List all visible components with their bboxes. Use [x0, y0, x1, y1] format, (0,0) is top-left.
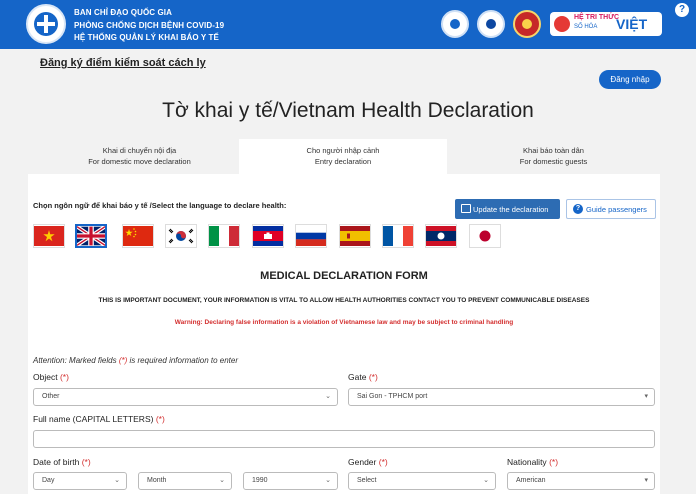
flag-italy-icon[interactable] [208, 224, 240, 248]
important-note: THIS IS IMPORTANT DOCUMENT, YOUR INFORMA… [98, 297, 590, 304]
language-label: Chọn ngôn ngữ để khai báo y tế /Select t… [33, 201, 287, 210]
gender-label: Gender (*) [348, 457, 388, 467]
tab-entry-declaration[interactable]: Cho người nhập cảnh Entry declaration [239, 139, 447, 175]
dob-month-select[interactable]: Month ⌄ [138, 472, 232, 490]
flag-russia-icon[interactable] [295, 224, 327, 248]
update-declaration-button[interactable]: Update the declaration [455, 199, 560, 219]
form-title: MEDICAL DECLARATION FORM [260, 270, 428, 282]
he-tri-thuc-logo[interactable]: HỆ TRI THỨC SỐ HÓA VIỆT [550, 12, 662, 36]
flag-uk-icon[interactable] [75, 224, 107, 248]
gender-select[interactable]: Select ⌄ [348, 472, 496, 490]
flag-korea-icon[interactable] [165, 224, 197, 248]
flag-laos-icon[interactable] [425, 224, 457, 248]
page-title: Tờ khai y tế/Vietnam Health Declaration [162, 99, 534, 122]
chevron-down-icon: ⌄ [219, 477, 225, 484]
ministry-logo-icon[interactable] [26, 4, 66, 44]
fullname-input[interactable] [33, 430, 655, 448]
chevron-down-icon: ⌄ [114, 477, 120, 484]
declaration-form: Chọn ngôn ngữ để khai báo y tế /Select t… [28, 174, 660, 494]
header-line-1: BAN CHỈ ĐẠO QUỐC GIA [74, 8, 172, 17]
gate-select[interactable]: Sai Gon - TPHCM port ▾ [348, 388, 655, 406]
gate-label: Gate (*) [348, 372, 378, 382]
object-select[interactable]: Other ⌄ [33, 388, 338, 406]
guide-passengers-button[interactable]: ? Guide passengers [566, 199, 656, 219]
register-quarantine-link[interactable]: Đăng ký điểm kiểm soát cách ly [40, 57, 206, 69]
tab-domestic-guests[interactable]: Khai báo toàn dân For domestic guests [451, 139, 656, 175]
warning-note: Warning: Declaring false information is … [174, 319, 514, 326]
partner-logo-2-icon[interactable] [477, 10, 505, 38]
header-line-3: HỆ THỐNG QUẢN LÝ KHAI BÁO Y TẾ [74, 33, 219, 42]
chevron-down-icon: ⌄ [483, 477, 489, 484]
chevron-down-icon: ▾ [644, 477, 648, 484]
tab-domestic-move[interactable]: Khai di chuyển nội địa For domestic move… [37, 139, 242, 175]
nationality-select[interactable]: American ▾ [507, 472, 655, 490]
object-label: Object (*) [33, 372, 69, 382]
flag-vietnam-icon[interactable] [33, 224, 65, 248]
login-button[interactable]: Đăng nhập [599, 70, 661, 89]
chevron-down-icon: ▾ [644, 393, 648, 400]
dob-year-select[interactable]: 1990 ⌄ [243, 472, 338, 490]
help-icon[interactable]: ? [675, 3, 689, 17]
site-header: BAN CHỈ ĐẠO QUỐC GIA PHÒNG CHỐNG DỊCH BỆ… [0, 0, 696, 49]
edit-icon [461, 204, 471, 213]
partner-logo-1-icon[interactable] [441, 10, 469, 38]
fullname-label: Full name (CAPITAL LETTERS) (*) [33, 414, 165, 424]
header-line-2: PHÒNG CHỐNG DỊCH BỆNH COVID-19 [74, 21, 225, 30]
question-icon: ? [573, 204, 583, 214]
chevron-down-icon: ⌄ [325, 477, 331, 484]
flag-france-icon[interactable] [382, 224, 414, 248]
attention-note: Attention: Marked fields (*) is required… [33, 356, 239, 365]
national-emblem-icon[interactable] [513, 10, 541, 38]
flag-japan-icon[interactable] [469, 224, 501, 248]
dob-label: Date of birth (*) [33, 457, 91, 467]
chevron-down-icon: ⌄ [325, 393, 331, 400]
flag-spain-icon[interactable] [339, 224, 371, 248]
dob-day-select[interactable]: Day ⌄ [33, 472, 127, 490]
brand-mark-icon [554, 16, 570, 32]
flag-cambodia-icon[interactable] [252, 224, 284, 248]
flag-china-icon[interactable] [122, 224, 154, 248]
nationality-label: Nationality (*) [507, 457, 559, 467]
